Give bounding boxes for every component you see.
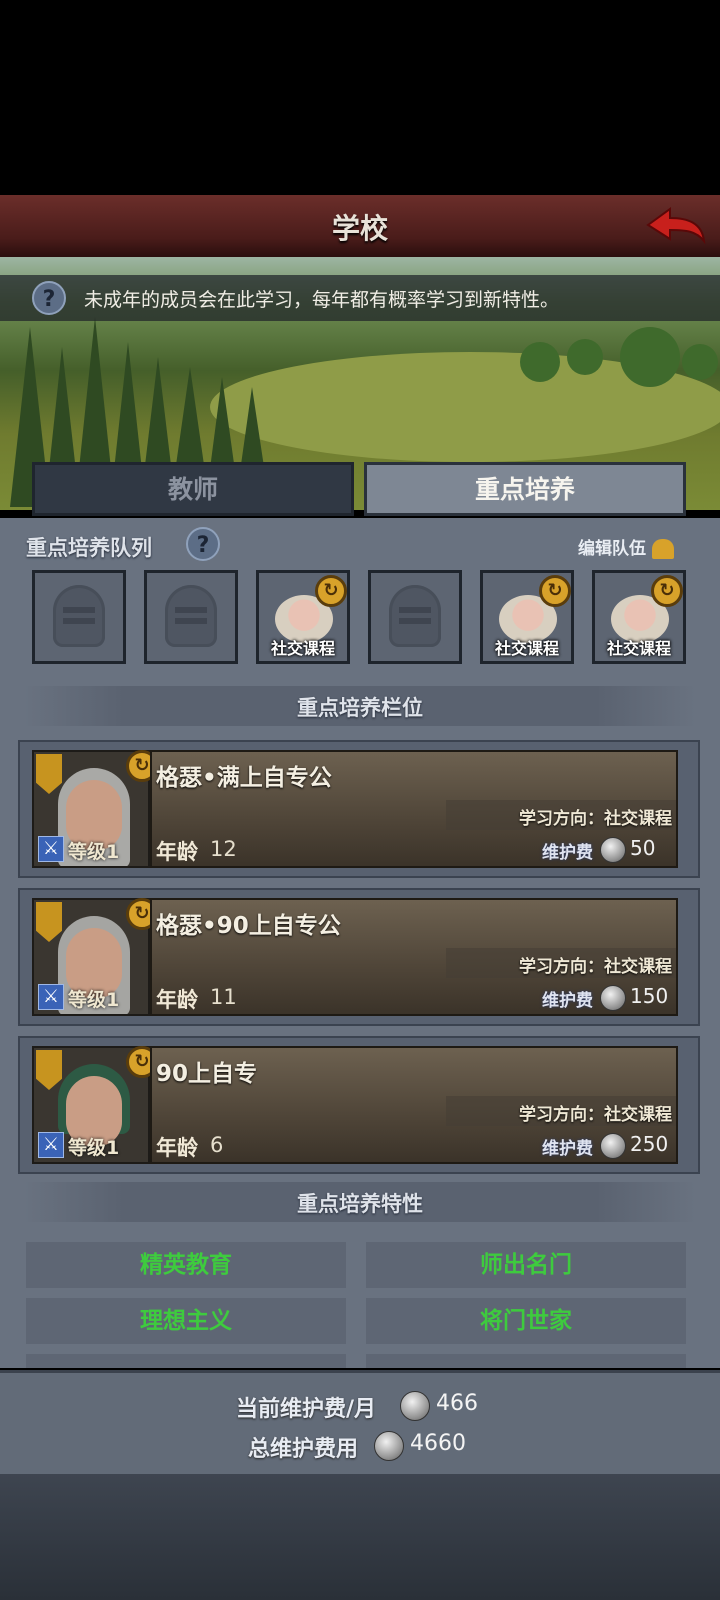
cycle-icon: ↻ [651,575,683,607]
page-title: 学校 [331,212,388,245]
queue-slot-3[interactable]: ↻ 社交课程 [256,570,350,664]
queue-slot-6[interactable]: ↻ 社交课程 [592,570,686,664]
age-label: 年龄 [156,1136,198,1160]
member-fee: 150 [630,984,669,1008]
member-name: 格瑟•满上自专公 [156,765,332,791]
queue-title: 重点培养队列 [26,536,152,560]
trait-item-partial [26,1354,346,1368]
rank-badge-icon [36,1050,62,1090]
fee-label: 维护费 [542,991,593,1011]
silver-coin-icon [374,1431,404,1461]
queue-slot-2[interactable] [144,570,238,664]
back-arrow-icon[interactable] [644,205,706,247]
hint-text: 未成年的成员会在此学习，每年都有概率学习到新特性。 [84,289,560,311]
cycle-icon: ↻ [539,575,571,607]
hint-bar: ? 未成年的成员会在此学习，每年都有概率学习到新特性。 [0,275,720,321]
fee-summary: 当前维护费/月 466 总维护费用 4660 [0,1370,720,1477]
sword-icon: ⚔ [38,836,64,862]
tab-teacher[interactable]: 教师 [32,462,354,516]
empty-helmet-icon [165,585,217,647]
member-info: 格瑟•90上自专公 学习方向：社交课程 年龄 11 维护费 150 [150,898,678,1016]
trait-item[interactable]: 理想主义 [26,1298,346,1344]
bottom-bar [0,1474,720,1600]
member-fee: 50 [630,836,656,860]
member-level: 等级1 [68,841,120,863]
add-member-icon [651,539,674,559]
rank-badge-icon [36,902,62,942]
member-direction: 学习方向：社交课程 [519,957,672,977]
title-bar: 学校 [0,195,720,260]
queue-help-icon[interactable]: ? [186,527,220,561]
rank-badge-icon [36,754,62,794]
silver-coin-icon [600,837,626,863]
slot-course-label: 社交课程 [270,639,335,658]
monthly-fee-value: 466 [436,1391,478,1416]
traits-section-title: 重点培养特性 [297,1192,423,1216]
trait-item[interactable]: 师出名门 [366,1242,686,1288]
member-card[interactable]: ⚔ 等级1 ↻ 格瑟•满上自专公 学习方向：社交课程 年龄 12 维护费 50 [18,740,700,878]
member-age: 6 [210,1133,224,1157]
member-name: 格瑟•90上自专公 [156,913,341,939]
cycle-icon: ↻ [315,575,347,607]
member-age: 11 [210,985,237,1009]
total-fee-label: 总维护费用 [248,1437,359,1462]
question-icon[interactable]: ? [32,281,66,315]
tab-focus-training[interactable]: 重点培养 [364,462,686,516]
sword-icon: ⚔ [38,1132,64,1158]
queue-slot-5[interactable]: ↻ 社交课程 [480,570,574,664]
empty-helmet-icon [389,585,441,647]
member-name: 90上自专 [156,1061,258,1087]
member-age: 12 [210,837,237,861]
slot-course-label: 社交课程 [606,639,671,658]
member-info: 格瑟•满上自专公 学习方向：社交课程 年龄 12 维护费 50 [150,750,678,868]
queue-slot-4[interactable] [368,570,462,664]
silver-coin-icon [600,985,626,1011]
edit-team-button[interactable]: 编辑队伍 [578,534,674,559]
queue-slot-1[interactable] [32,570,126,664]
silver-coin-icon [600,1133,626,1159]
age-label: 年龄 [156,988,198,1012]
age-label: 年龄 [156,840,198,864]
trait-item-partial [366,1354,686,1368]
fee-label: 维护费 [542,1139,593,1159]
empty-helmet-icon [53,585,105,647]
fee-label: 维护费 [542,843,593,863]
slots-section-title: 重点培养栏位 [297,696,423,720]
trait-item[interactable]: 将门世家 [366,1298,686,1344]
member-info: 90上自专 学习方向：社交课程 年龄 6 维护费 250 [150,1046,678,1164]
monthly-fee-label: 当前维护费/月 [236,1397,377,1422]
trait-item[interactable]: 精英教育 [26,1242,346,1288]
member-level: 等级1 [68,1137,120,1159]
total-fee-value: 4660 [410,1431,466,1456]
sword-icon: ⚔ [38,984,64,1010]
member-level: 等级1 [68,989,120,1011]
member-card[interactable]: ⚔ 等级1 ↻ 格瑟•90上自专公 学习方向：社交课程 年龄 11 维护费 15… [18,888,700,1026]
member-card[interactable]: ⚔ 等级1 ↻ 90上自专 学习方向：社交课程 年龄 6 维护费 250 [18,1036,700,1174]
slot-course-label: 社交课程 [494,639,559,658]
member-direction: 学习方向：社交课程 [519,1105,672,1125]
member-direction: 学习方向：社交课程 [519,809,672,829]
silver-coin-icon [400,1391,430,1421]
edit-team-label: 编辑队伍 [578,539,646,559]
member-fee: 250 [630,1132,669,1156]
